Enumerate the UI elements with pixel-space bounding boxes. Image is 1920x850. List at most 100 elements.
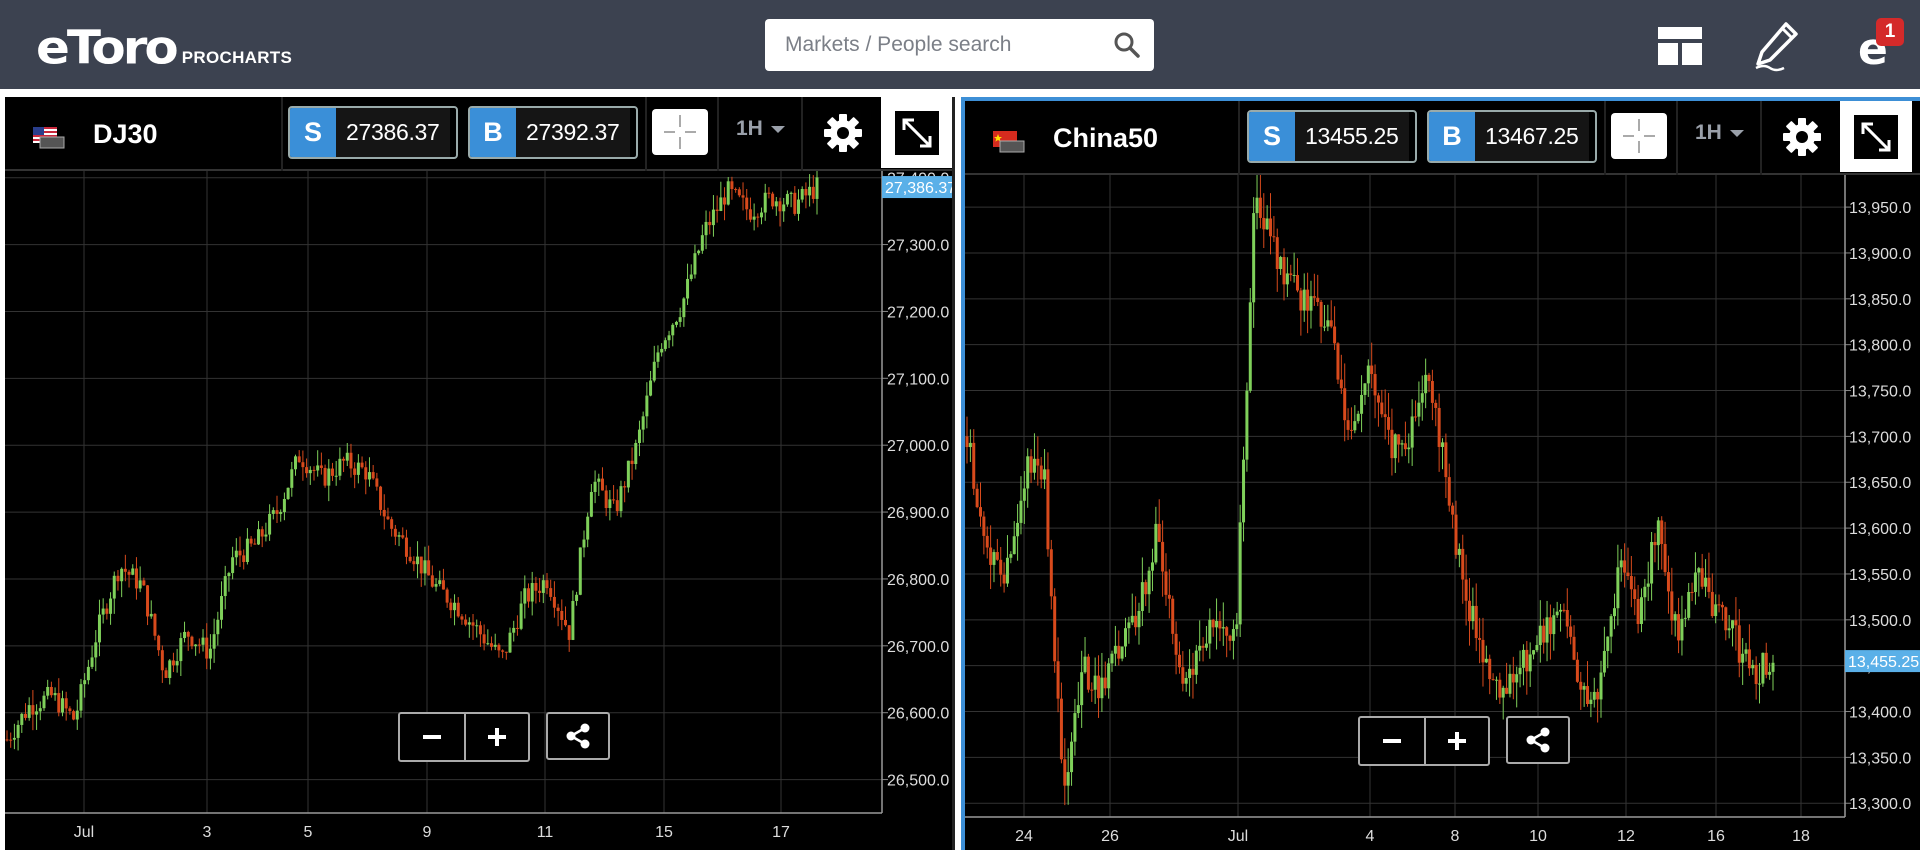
- candle-body: [1565, 610, 1569, 627]
- candle-body: [382, 509, 386, 517]
- candle-body: [171, 660, 175, 666]
- current-price-label: 27,386.37: [885, 180, 955, 197]
- buy-button[interactable]: B 27392.37: [468, 106, 638, 159]
- candle-body: [364, 467, 368, 480]
- layout-icon[interactable]: [1652, 18, 1708, 74]
- candle-body: [1275, 237, 1279, 269]
- candle-body: [293, 456, 297, 470]
- candle-body: [1444, 442, 1448, 478]
- gear-icon[interactable]: [1780, 115, 1824, 159]
- candle-body: [238, 550, 242, 556]
- instrument-symbol[interactable]: DJ30: [93, 117, 158, 151]
- notifications-button[interactable]: e 1: [1846, 18, 1906, 74]
- candle-body: [31, 705, 35, 715]
- gear-icon[interactable]: [821, 111, 865, 155]
- timeframe-dropdown[interactable]: 1H: [1695, 121, 1744, 145]
- candle-body: [160, 650, 164, 671]
- zoom-in-button[interactable]: [464, 714, 528, 760]
- candle-body: [1032, 458, 1036, 473]
- search-icon[interactable]: [1113, 31, 1141, 59]
- sell-price: 13455.25: [1295, 112, 1409, 161]
- candle-body: [978, 507, 982, 517]
- candle-body: [330, 468, 334, 476]
- candle-body: [327, 468, 331, 486]
- candle-body: [1488, 658, 1492, 680]
- candle-body: [1194, 650, 1198, 675]
- candle-body: [1285, 273, 1289, 285]
- candle-body: [649, 380, 653, 396]
- candle-body: [1390, 429, 1394, 459]
- candle-body: [571, 600, 575, 640]
- candle-body: [1616, 567, 1620, 609]
- y-tick-label: 13,750.0: [1849, 384, 1911, 401]
- expand-button[interactable]: [881, 97, 952, 168]
- candle-body: [1501, 687, 1505, 698]
- candle-body: [1484, 658, 1488, 663]
- candle-body: [1188, 668, 1192, 679]
- candle-body: [1542, 625, 1546, 643]
- candle-body: [1231, 629, 1235, 641]
- candle-body: [527, 588, 531, 602]
- candle-body: [1683, 617, 1687, 619]
- zoom-out-button[interactable]: [1360, 718, 1424, 764]
- candle-body: [519, 603, 523, 629]
- candle-body: [1258, 197, 1262, 218]
- zoom-in-button[interactable]: [1424, 718, 1488, 764]
- candle-body: [131, 568, 135, 575]
- candle-body: [157, 635, 161, 651]
- draw-pencil-icon[interactable]: [1748, 18, 1804, 74]
- candle-body: [1437, 407, 1441, 447]
- candle-body: [567, 625, 571, 640]
- candle-body: [234, 550, 238, 558]
- candle-body: [338, 458, 342, 476]
- candle-body: [1147, 570, 1151, 595]
- candle-body: [1572, 636, 1576, 660]
- share-button[interactable]: [546, 712, 610, 760]
- candle-body: [1714, 604, 1718, 617]
- crosshair-button[interactable]: [1611, 113, 1667, 159]
- sell-button[interactable]: S 13455.25: [1247, 110, 1417, 163]
- candle-body: [264, 534, 268, 537]
- candle-body: [123, 568, 127, 572]
- candle-body: [1022, 488, 1026, 501]
- candle-body: [453, 602, 457, 611]
- candle-body: [1150, 562, 1154, 571]
- candle-body: [1316, 297, 1320, 302]
- timeframe-dropdown[interactable]: 1H: [736, 117, 785, 141]
- search-input[interactable]: [765, 19, 1154, 71]
- candle-body: [1602, 650, 1606, 673]
- sell-button[interactable]: S 27386.37: [288, 106, 458, 159]
- candle-body: [371, 472, 375, 479]
- candle-body: [989, 547, 993, 565]
- candle-body: [1619, 560, 1623, 568]
- candle-body: [1434, 402, 1438, 408]
- candle-body: [220, 596, 224, 620]
- candle-body: [1228, 635, 1232, 641]
- candle-body: [1366, 365, 1370, 384]
- candle-body: [560, 610, 564, 620]
- candle-body: [1771, 662, 1775, 672]
- candle-body: [194, 644, 198, 647]
- y-tick-label: 13,850.0: [1849, 292, 1911, 309]
- crosshair-button[interactable]: [652, 109, 708, 155]
- instrument-symbol[interactable]: China50: [1053, 121, 1158, 155]
- candle-body: [811, 186, 815, 199]
- candle-body: [1744, 649, 1748, 654]
- candle-body: [965, 436, 969, 448]
- chevron-down-icon: [770, 125, 785, 133]
- expand-button[interactable]: [1840, 101, 1912, 172]
- candle-body: [375, 478, 379, 487]
- zoom-out-button[interactable]: [400, 714, 464, 760]
- candle-body: [1663, 544, 1667, 573]
- share-button[interactable]: [1506, 716, 1570, 764]
- candle-body: [1046, 469, 1050, 550]
- candle-body: [1575, 659, 1579, 682]
- toolbar-separator: [1238, 101, 1240, 175]
- panel-toolbar: China50 S 13455.25 B 13467.25 1H: [965, 101, 1920, 175]
- buy-button[interactable]: B 13467.25: [1427, 110, 1597, 163]
- candle-body: [1215, 620, 1219, 628]
- etoro-logo[interactable]: eToro PROCHARTS: [36, 14, 292, 74]
- candle-body: [1252, 213, 1256, 303]
- candle-body: [227, 573, 231, 577]
- candle-body: [164, 670, 168, 678]
